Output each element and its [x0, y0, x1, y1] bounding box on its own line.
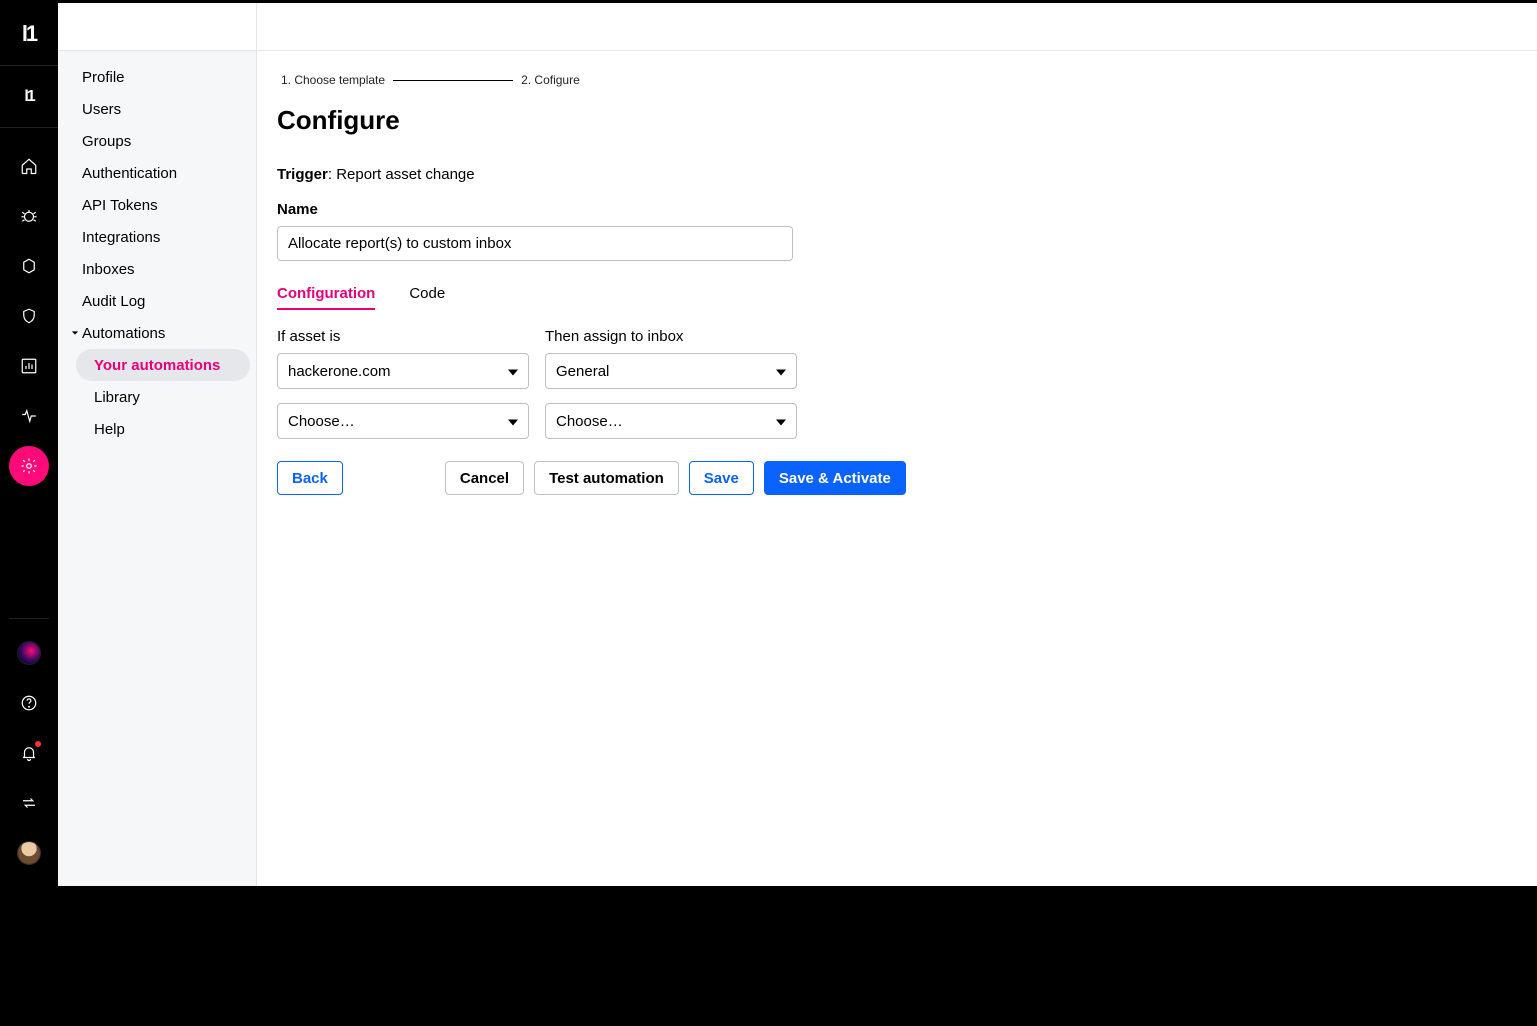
inbox-select-1[interactable]: General [545, 353, 797, 389]
tab-configuration[interactable]: Configuration [277, 285, 375, 310]
caret-down-icon [776, 413, 786, 430]
hexagon-icon[interactable] [9, 246, 49, 286]
step-1: 1. Choose template [281, 73, 385, 87]
caret-down-icon [508, 413, 518, 430]
asset-select-1[interactable]: hackerone.com [277, 353, 529, 389]
asset-select-2-value: Choose… [288, 413, 355, 430]
subnav-header-spacer [58, 3, 256, 51]
step-connector [393, 80, 513, 81]
config-tabs: Configuration Code [277, 285, 1077, 310]
nav-api-tokens[interactable]: API Tokens [58, 189, 256, 221]
trigger-line: Trigger: Report asset change [277, 166, 1077, 183]
home-icon[interactable] [9, 146, 49, 186]
nav-library[interactable]: Library [58, 381, 256, 413]
letterbox-bottom [0, 886, 1537, 1026]
avatar[interactable] [9, 833, 49, 873]
main-topbar [257, 3, 1537, 51]
caret-down-icon [776, 363, 786, 380]
chevron-down-icon [68, 329, 82, 337]
cancel-button[interactable]: Cancel [445, 461, 524, 495]
back-button[interactable]: Back [277, 461, 343, 495]
nav-integrations[interactable]: Integrations [58, 221, 256, 253]
nav-help[interactable]: Help [58, 413, 256, 445]
trigger-label: Trigger [277, 166, 328, 183]
help-icon[interactable] [9, 683, 49, 723]
nav-inboxes[interactable]: Inboxes [58, 253, 256, 285]
tab-code[interactable]: Code [409, 285, 445, 310]
nav-audit-log[interactable]: Audit Log [58, 285, 256, 317]
notifications-icon[interactable] [9, 733, 49, 773]
orb-icon[interactable] [9, 633, 49, 673]
page-title: Configure [277, 105, 1077, 136]
asset-select-2[interactable]: Choose… [277, 403, 529, 439]
then-assign-label: Then assign to inbox [545, 328, 797, 345]
asset-select-1-value: hackerone.com [288, 363, 391, 380]
nav-users[interactable]: Users [58, 93, 256, 125]
nav-automations-label: Automations [82, 325, 165, 342]
nav-profile[interactable]: Profile [58, 61, 256, 93]
settings-subnav: Profile Users Groups Authentication API … [58, 3, 257, 887]
name-label: Name [277, 201, 1077, 218]
save-button[interactable]: Save [689, 461, 754, 495]
nav-authentication[interactable]: Authentication [58, 157, 256, 189]
wizard-steps: 1. Choose template 2. Cofigure [277, 73, 1077, 87]
logo-icon: l1 [22, 23, 36, 45]
bug-icon[interactable] [9, 196, 49, 236]
notification-dot-icon [35, 741, 41, 747]
inbox-select-2-value: Choose… [556, 413, 623, 430]
if-asset-label: If asset is [277, 328, 529, 345]
inbox-select-1-value: General [556, 363, 609, 380]
icon-rail: l1 l1 [0, 3, 58, 887]
settings-icon[interactable] [9, 446, 49, 486]
trigger-value: : Report asset change [328, 166, 475, 183]
nav-your-automations[interactable]: Your automations [76, 349, 250, 381]
step-2: 2. Cofigure [521, 73, 580, 87]
caret-down-icon [508, 363, 518, 380]
swap-icon[interactable] [9, 783, 49, 823]
inbox-select-2[interactable]: Choose… [545, 403, 797, 439]
nav-groups[interactable]: Groups [58, 125, 256, 157]
shield-icon[interactable] [9, 296, 49, 336]
test-automation-button[interactable]: Test automation [534, 461, 679, 495]
name-input[interactable] [277, 226, 793, 261]
main-panel: 1. Choose template 2. Cofigure Configure… [257, 3, 1537, 887]
activity-icon[interactable] [9, 396, 49, 436]
logo-small-icon[interactable]: l1 [24, 89, 33, 105]
button-row: Back Cancel Test automation Save Save & … [277, 461, 1077, 495]
nav-automations[interactable]: Automations [58, 317, 256, 349]
bar-chart-icon[interactable] [9, 346, 49, 386]
save-activate-button[interactable]: Save & Activate [764, 461, 906, 495]
